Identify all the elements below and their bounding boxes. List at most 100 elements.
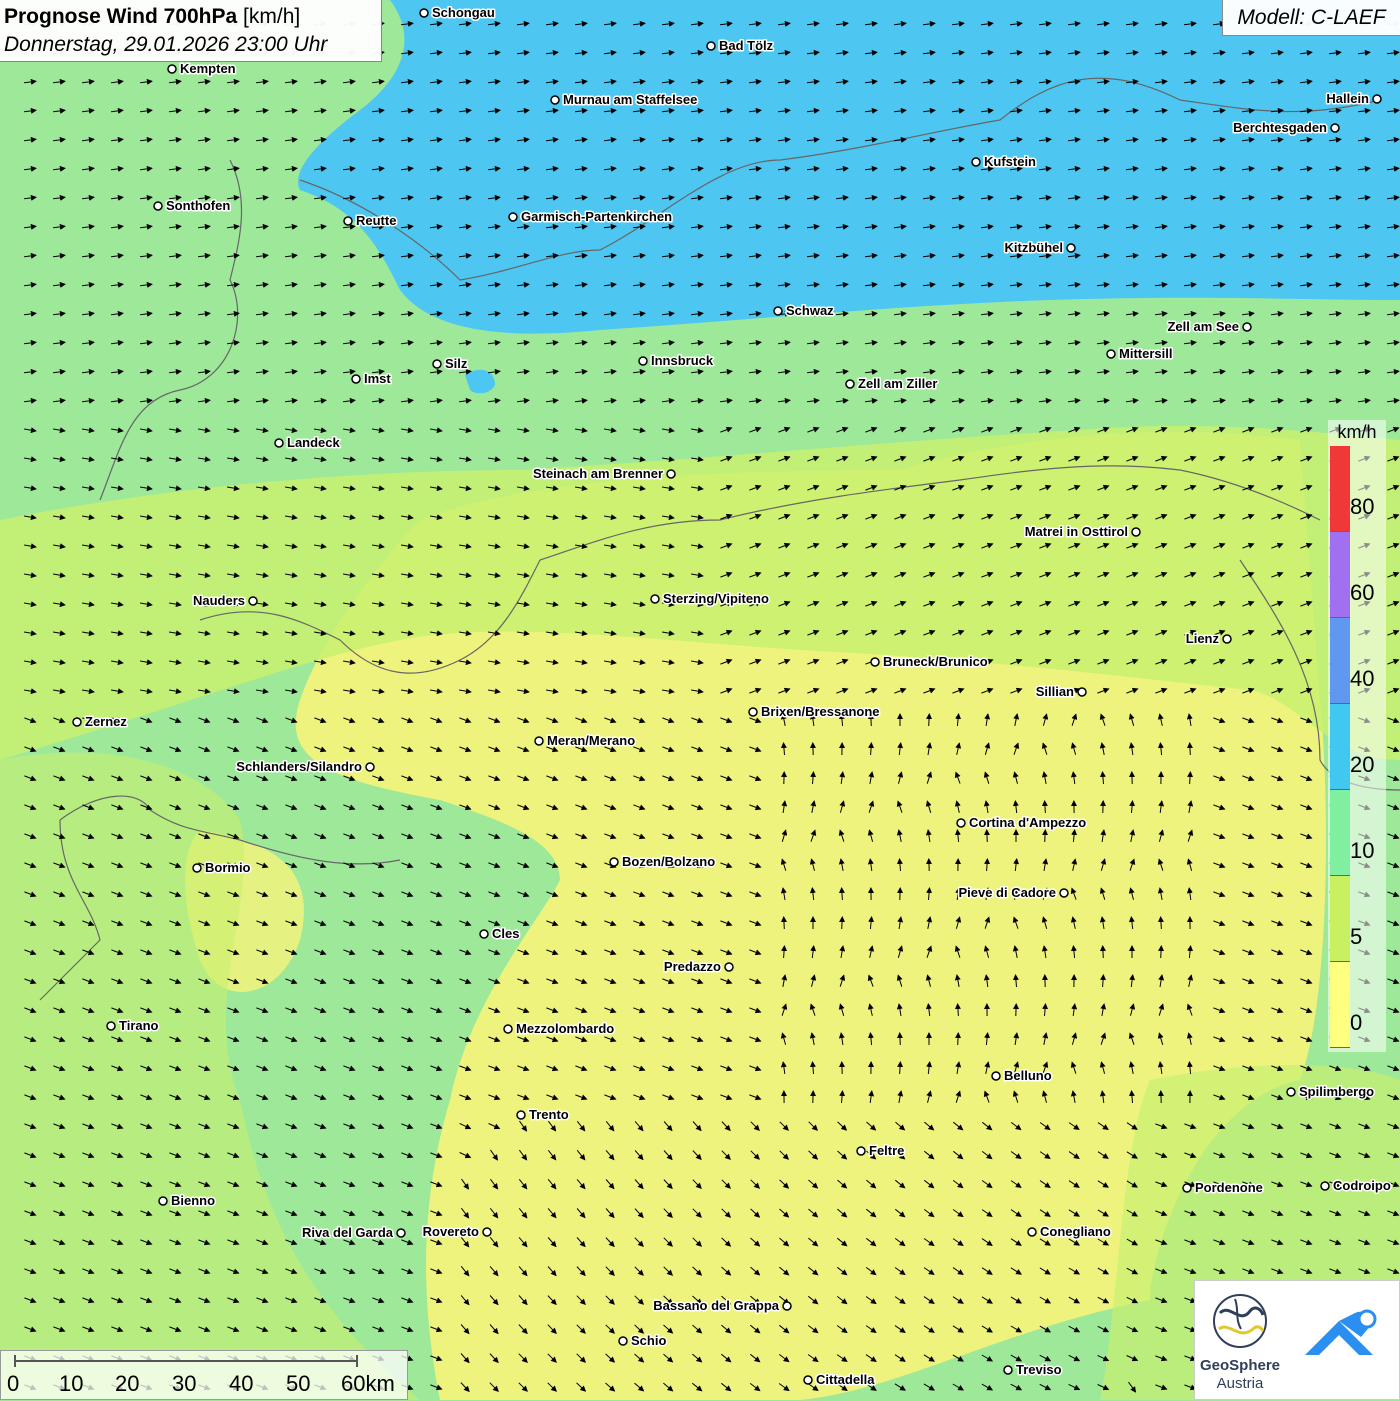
city-dot-icon	[725, 963, 733, 971]
color-legend: km/h 051020406080	[1328, 420, 1386, 1052]
weather-app-icon	[1287, 1285, 1397, 1395]
city-label: Garmisch-Partenkirchen	[521, 209, 672, 224]
city-label: Cles	[492, 926, 519, 941]
city-dot-icon	[651, 595, 659, 603]
city-dot-icon	[1287, 1088, 1295, 1096]
city-dot-icon	[639, 357, 647, 365]
city-dot-icon	[774, 307, 782, 315]
city-label: Bormio	[205, 860, 251, 875]
city-label: Riva del Garda	[302, 1225, 394, 1240]
city-label: Conegliano	[1040, 1224, 1111, 1239]
city-marker: Pieve di Cadore	[958, 885, 1068, 900]
city-label: Sonthofen	[166, 198, 230, 213]
city-marker: Bruneck/Brunico	[871, 654, 988, 669]
city-label: Treviso	[1016, 1362, 1062, 1377]
legend-label: 10	[1350, 838, 1374, 864]
city-label: Innsbruck	[651, 353, 714, 368]
city-dot-icon	[480, 930, 488, 938]
city-marker: Pordenone	[1183, 1180, 1263, 1195]
city-label: Meran/Merano	[547, 733, 635, 748]
legend-swatch	[1330, 876, 1350, 962]
city-label: Cittadella	[816, 1372, 875, 1387]
scale-label-50: 50	[286, 1371, 310, 1397]
city-marker: Schlanders/Silandro	[236, 759, 374, 774]
logo-name-line2: Austria	[1195, 1375, 1285, 1392]
logo-name-line1: GeoSphere	[1195, 1357, 1285, 1374]
city-marker: Meran/Merano	[535, 733, 635, 748]
city-marker: Bassano del Grappa	[653, 1298, 791, 1313]
city-dot-icon	[804, 1376, 812, 1384]
forecast-datetime: Donnerstag, 29.01.2026 23:00 Uhr	[4, 31, 381, 59]
city-dot-icon	[871, 658, 879, 666]
city-dot-icon	[509, 213, 517, 221]
city-marker: Zell am See	[1167, 319, 1251, 334]
city-dot-icon	[972, 158, 980, 166]
city-dot-icon	[73, 718, 81, 726]
city-label: Bozen/Bolzano	[622, 854, 715, 869]
city-dot-icon	[707, 42, 715, 50]
city-dot-icon	[1321, 1182, 1329, 1190]
city-dot-icon	[846, 380, 854, 388]
city-dot-icon	[749, 708, 757, 716]
city-marker: Innsbruck	[639, 353, 714, 368]
city-label: Sterzing/Vipiteno	[663, 591, 769, 606]
city-dot-icon	[517, 1111, 525, 1119]
city-dot-icon	[610, 858, 618, 866]
city-marker: Mezzolombardo	[504, 1021, 614, 1036]
city-label: Mezzolombardo	[516, 1021, 614, 1036]
city-dot-icon	[159, 1197, 167, 1205]
scale-label-10: 10	[59, 1371, 83, 1397]
city-dot-icon	[1331, 124, 1339, 132]
wind-arrow	[958, 1033, 959, 1045]
city-label: Lienz	[1186, 631, 1220, 646]
city-dot-icon	[957, 819, 965, 827]
city-marker: Steinach am Brenner	[533, 466, 675, 481]
city-marker: Brixen/Bressanone	[749, 704, 880, 719]
scale-label-20: 20	[115, 1371, 139, 1397]
city-label: Reutte	[356, 213, 396, 228]
city-label: Kempten	[180, 61, 236, 76]
city-marker: Cortina d'Ampezzo	[957, 815, 1086, 830]
city-label: Silz	[445, 356, 468, 371]
city-label: Schio	[631, 1333, 666, 1348]
city-dot-icon	[1183, 1184, 1191, 1192]
legend-label: 60	[1350, 580, 1374, 606]
city-dot-icon	[1060, 889, 1068, 897]
city-marker: Zell am Ziller	[846, 376, 937, 391]
legend-label: 40	[1350, 666, 1374, 692]
city-dot-icon	[504, 1025, 512, 1033]
city-label: Predazzo	[664, 959, 721, 974]
city-label: Kitzbühel	[1005, 240, 1064, 255]
city-dot-icon	[619, 1337, 627, 1345]
city-label: Tirano	[119, 1018, 159, 1033]
city-label: Imst	[364, 371, 391, 386]
city-dot-icon	[275, 439, 283, 447]
city-label: Trento	[529, 1107, 569, 1122]
city-dot-icon	[483, 1228, 491, 1236]
city-label: Zell am Ziller	[858, 376, 937, 391]
city-marker: Riva del Garda	[302, 1225, 405, 1240]
legend-label: 0	[1350, 1010, 1362, 1036]
city-marker: Murnau am Staffelsee	[551, 92, 697, 107]
city-dot-icon	[1067, 244, 1075, 252]
legend-swatch	[1330, 790, 1350, 876]
city-label: Pordenone	[1195, 1180, 1263, 1195]
wind-arrow	[1103, 946, 1104, 958]
city-label: Feltre	[869, 1143, 904, 1158]
scale-label-60: 60km	[341, 1371, 395, 1397]
city-label: Spilimbergo	[1299, 1084, 1374, 1099]
city-marker: Sonthofen	[154, 198, 230, 213]
geosphere-logo: GeoSphere Austria	[1194, 1280, 1400, 1400]
city-label: Matrei in Osttirol	[1025, 524, 1128, 539]
city-label: Schwaz	[786, 303, 834, 318]
city-dot-icon	[783, 1302, 791, 1310]
legend-label: 80	[1350, 494, 1374, 520]
city-dot-icon	[1373, 95, 1381, 103]
city-dot-icon	[857, 1147, 865, 1155]
city-label: Bassano del Grappa	[653, 1298, 779, 1313]
city-dot-icon	[1078, 688, 1086, 696]
city-label: Schlanders/Silandro	[236, 759, 362, 774]
city-dot-icon	[992, 1072, 1000, 1080]
city-dot-icon	[249, 597, 257, 605]
wind-arrow	[842, 917, 843, 929]
